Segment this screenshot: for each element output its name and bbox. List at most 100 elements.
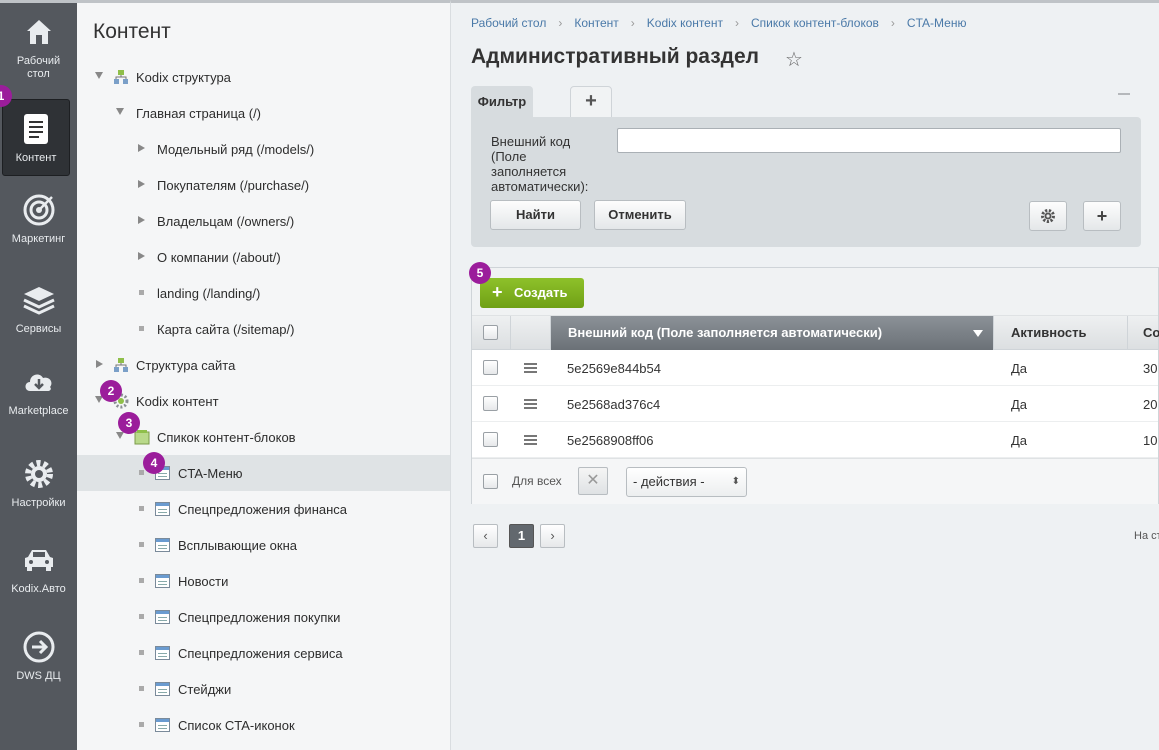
tree-item-about[interactable]: О компании (/about/): [77, 239, 450, 275]
row-checkbox[interactable]: [483, 432, 498, 447]
sidebar-item-label: Kodix.Авто: [11, 583, 66, 595]
tree-item-models[interactable]: Модельный ряд (/models/): [77, 131, 450, 167]
breadcrumb-link[interactable]: Контент: [574, 16, 618, 30]
table-row[interactable]: 5e2568908ff06 Да 10: [472, 422, 1158, 458]
actions-select[interactable]: - действия -: [626, 467, 747, 497]
add-filter-field-button[interactable]: +: [1083, 201, 1121, 231]
expand-arrow-icon[interactable]: [96, 360, 103, 368]
breadcrumb-link[interactable]: CTA-Меню: [907, 16, 967, 30]
collapse-filter-icon[interactable]: [1118, 93, 1130, 95]
sidebar-item-content[interactable]: Контент: [2, 99, 70, 176]
expand-arrow-icon[interactable]: [138, 180, 145, 188]
tree-item-site-structure[interactable]: Структура сайта: [77, 347, 450, 383]
row-checkbox[interactable]: [483, 360, 498, 375]
tree-item-popups[interactable]: Всплывающие окна: [77, 527, 450, 563]
tree-item-cta-icons[interactable]: Список CTA-иконок: [77, 707, 450, 743]
prev-page-button[interactable]: ‹: [473, 524, 498, 548]
expand-arrow-icon[interactable]: [138, 252, 145, 260]
tree-item-label: Стейджи: [178, 682, 232, 697]
sidebar-item-label: Контент: [15, 152, 57, 164]
tree-item-service-offers[interactable]: Спецпредложения сервиса: [77, 635, 450, 671]
for-all-checkbox[interactable]: [483, 474, 498, 489]
breadcrumb-separator-icon: ›: [558, 16, 563, 30]
sidebar-item-desktop[interactable]: Рабочий стол: [0, 15, 77, 81]
breadcrumb-link[interactable]: Спикок контент-блоков: [751, 16, 879, 30]
gear-icon: [1041, 209, 1055, 223]
expand-arrow-icon[interactable]: [138, 216, 145, 224]
cell-sort: 20: [1143, 397, 1158, 412]
data-grid: Создать Внешний код (Поле заполняется ав…: [471, 267, 1159, 504]
tree-item-purchase-offers[interactable]: Спецпредложения покупки: [77, 599, 450, 635]
bullet-icon: [139, 542, 144, 547]
cell-external-code[interactable]: 5e2568ad376c4: [567, 397, 660, 412]
tree-item-label: Спецпредложения покупки: [178, 610, 341, 625]
tree-item-label: Спецпредложения финанса: [178, 502, 348, 517]
add-filter-tab-button[interactable]: +: [570, 86, 612, 118]
sidebar-item-services[interactable]: Сервисы: [0, 283, 77, 336]
tree-item-label: CTA-Меню: [178, 466, 243, 481]
tree-item-owners[interactable]: Владельцам (/owners/): [77, 203, 450, 239]
tree-item-cta-menu[interactable]: CTA-Меню: [77, 455, 450, 491]
page-number-current[interactable]: 1: [509, 524, 534, 548]
tree-item-kodix-structure[interactable]: Kodix структура: [77, 59, 450, 95]
column-header-external-code[interactable]: Внешний код (Поле заполняется автоматиче…: [551, 316, 994, 350]
tree-item-main-page[interactable]: Главная страница (/): [77, 95, 450, 131]
cancel-button[interactable]: Отменить: [594, 200, 686, 230]
create-button[interactable]: Создать: [480, 277, 584, 308]
sidebar-item-kodix-auto[interactable]: Kodix.Авто: [0, 543, 77, 596]
table-row[interactable]: 5e2568ad376c4 Да 20: [472, 386, 1158, 422]
tree-item-label: Список CTA-иконок: [178, 718, 295, 733]
filter-field-label: Внешний код (Поле заполняется автоматиче…: [491, 134, 589, 194]
next-page-button[interactable]: ›: [540, 524, 565, 548]
sidebar-item-dws[interactable]: DWS ДЦ: [0, 630, 77, 683]
tree-item-purchase[interactable]: Покупателям (/purchase/): [77, 167, 450, 203]
row-menu-icon[interactable]: [524, 399, 537, 401]
car-icon: [24, 550, 53, 571]
grid-footer: Для всех ✕ - действия -: [472, 458, 1158, 504]
tab-filter[interactable]: Фильтр: [471, 86, 533, 118]
row-menu-icon[interactable]: [524, 435, 537, 437]
favorite-star-icon[interactable]: ☆: [785, 47, 803, 72]
cell-external-code[interactable]: 5e2569e844b54: [567, 361, 661, 376]
sidebar-item-settings[interactable]: Настройки: [0, 457, 77, 510]
expand-arrow-icon[interactable]: [95, 72, 103, 79]
clear-selection-button[interactable]: ✕: [578, 467, 608, 495]
select-all-checkbox[interactable]: [483, 325, 498, 340]
table-row[interactable]: 5e2569e844b54 Да 30: [472, 350, 1158, 386]
breadcrumb-link[interactable]: Рабочий стол: [471, 16, 546, 30]
row-menu-icon[interactable]: [524, 363, 537, 365]
column-header-sort[interactable]: Со: [1128, 316, 1159, 350]
sidebar-item-marketing[interactable]: Маркетинг: [0, 193, 77, 246]
for-all-label: Для всех: [512, 474, 562, 488]
external-code-input[interactable]: [617, 128, 1121, 153]
tree-item-news[interactable]: Новости: [77, 563, 450, 599]
find-button[interactable]: Найти: [490, 200, 581, 230]
sidebar-item-label: Маркетинг: [11, 233, 66, 245]
tree-item-stages[interactable]: Стейджи: [77, 671, 450, 707]
expand-arrow-icon[interactable]: [138, 144, 145, 152]
sidebar-item-marketplace[interactable]: Marketplace: [0, 365, 77, 418]
tree-item-finance-offers[interactable]: Спецпредложения финанса: [77, 491, 450, 527]
tree-item-label: Карта сайта (/sitemap/): [157, 322, 295, 337]
target-icon: [23, 194, 54, 226]
expand-arrow-icon[interactable]: [116, 432, 124, 439]
cloud-download-icon: [25, 374, 51, 391]
tree-item-label: Покупателям (/purchase/): [157, 178, 310, 193]
filter-settings-button[interactable]: [1029, 201, 1067, 231]
tree-item-landing[interactable]: landing (/landing/): [77, 275, 450, 311]
tree-item-label: Спикок контент-блоков: [157, 430, 296, 445]
row-checkbox[interactable]: [483, 396, 498, 411]
annotation-badge: 3: [118, 412, 140, 434]
breadcrumb-link[interactable]: Kodix контент: [647, 16, 723, 30]
layers-icon: [22, 287, 55, 315]
cell-active: Да: [1011, 433, 1028, 448]
sidebar-item-label: Marketplace: [8, 405, 69, 417]
infoblock-icon: [155, 646, 170, 660]
tree-item-label: Kodix контент: [136, 394, 219, 409]
filter-panel: Внешний код (Поле заполняется автоматиче…: [471, 117, 1141, 247]
expand-arrow-icon[interactable]: [116, 108, 124, 115]
tree-item-sitemap[interactable]: Карта сайта (/sitemap/): [77, 311, 450, 347]
bullet-icon: [139, 326, 144, 331]
column-header-active[interactable]: Активность: [994, 316, 1128, 350]
cell-external-code[interactable]: 5e2568908ff06: [567, 433, 654, 448]
